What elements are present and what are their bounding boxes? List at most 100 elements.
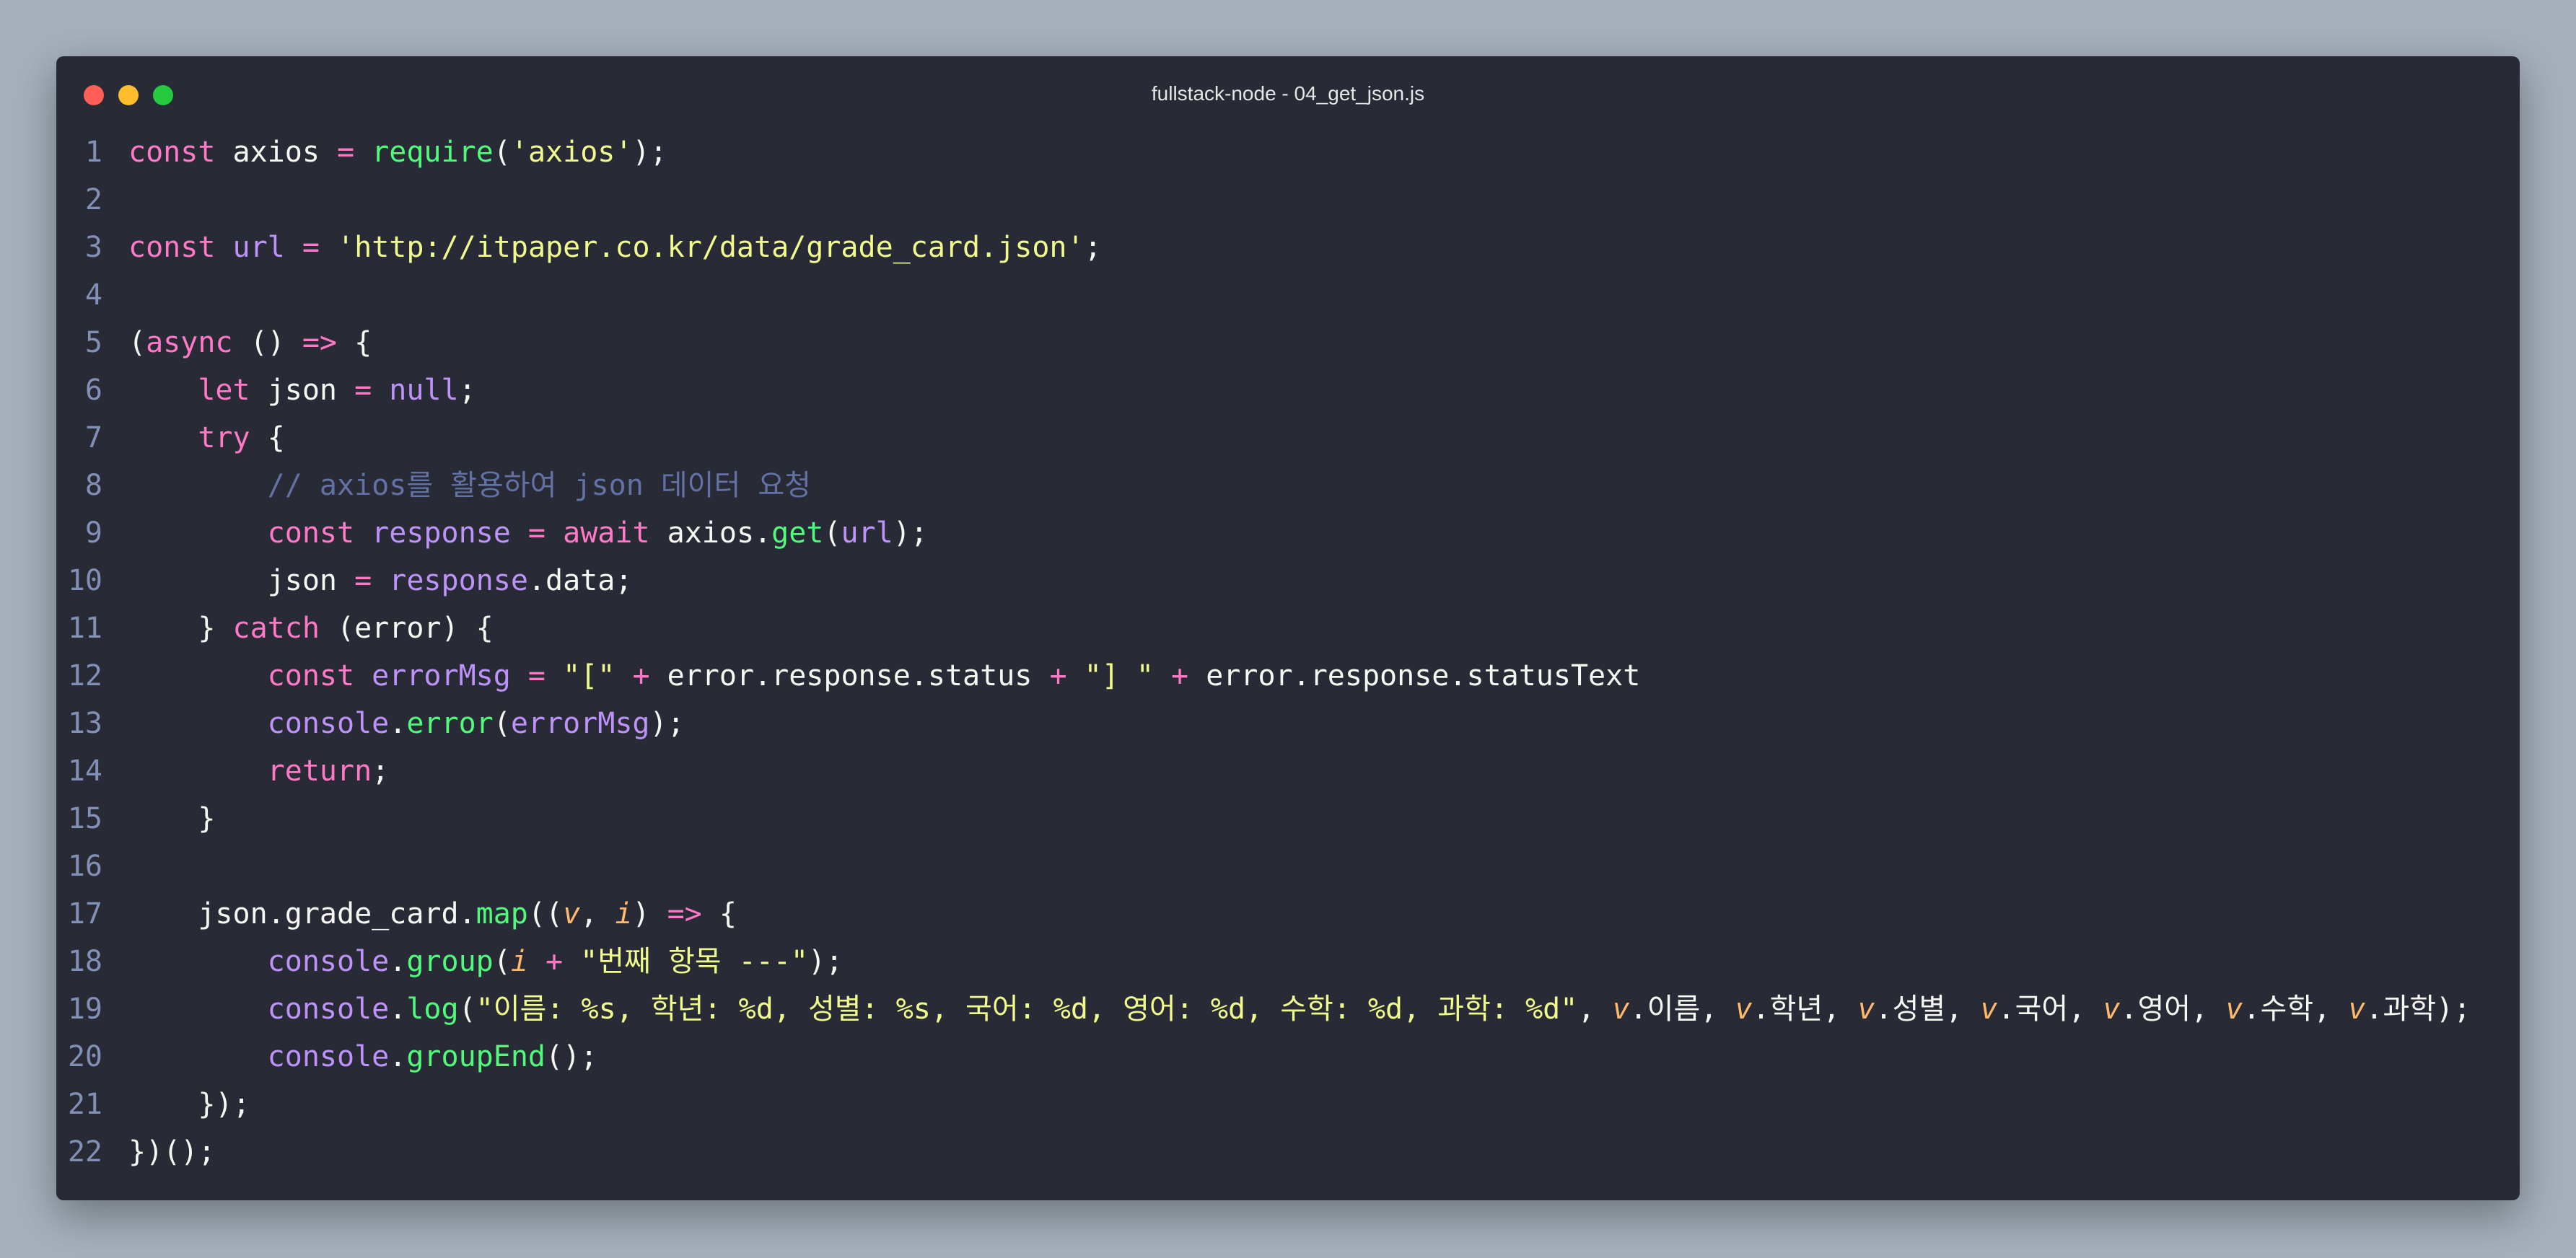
code-token: ( <box>128 326 146 359</box>
code-token: ; <box>458 374 476 407</box>
code-line: 2 <box>56 176 2520 224</box>
code-token: { <box>250 421 285 454</box>
code-token: = <box>527 516 546 550</box>
code-token: error <box>406 707 494 740</box>
code-token: ); <box>893 516 928 550</box>
line-number: 12 <box>67 659 102 692</box>
line-number: 1 <box>84 136 102 169</box>
code-token: { <box>701 897 737 931</box>
code-line: 10 json = response.data; <box>56 557 2520 604</box>
code-token: const <box>128 136 216 169</box>
code-token: get <box>771 516 824 550</box>
line-number: 21 <box>67 1088 102 1121</box>
code-token: ( <box>493 136 511 169</box>
code-line: 5 (async () => { <box>56 319 2520 366</box>
code-line: 12 const errorMsg = "[" + error.response… <box>56 652 2520 700</box>
code-token: console <box>267 707 390 740</box>
code-token: v <box>1980 993 1998 1026</box>
code-token: 'http://itpaper.co.kr/data/grade_card.js… <box>337 231 1085 264</box>
code-token: . <box>389 945 407 978</box>
code-token: + <box>1049 659 1067 692</box>
code-token: ( <box>493 707 511 740</box>
code-token: response <box>372 516 511 550</box>
line-number: 14 <box>67 755 102 788</box>
code-token: = <box>527 659 546 692</box>
code-token: error.response.status <box>649 659 1050 692</box>
code-token: // axios를 활용하여 json 데이터 요청 <box>267 469 811 502</box>
code-token: .수학, <box>2243 993 2349 1026</box>
code-token: ); <box>632 136 667 169</box>
code-token: ; <box>372 755 390 788</box>
line-number: 10 <box>67 564 102 597</box>
code-token: v <box>2225 993 2243 1026</box>
code-token: "[" <box>563 659 615 692</box>
code-token: .data; <box>527 564 633 597</box>
code-line: 9 const response = await axios.get(url); <box>56 509 2520 557</box>
code-token: 'axios' <box>510 136 633 169</box>
code-token: = <box>302 231 320 264</box>
code-line: 4 <box>56 271 2520 319</box>
code-line: 16 <box>56 843 2520 890</box>
code-line: 19 console.log("이름: %s, 학년: %d, 성별: %s, … <box>56 985 2520 1033</box>
code-token: groupEnd <box>406 1040 546 1073</box>
line-number: 20 <box>67 1040 102 1073</box>
line-number: 7 <box>84 421 102 454</box>
code-token: => <box>667 897 702 931</box>
code-token: i <box>510 945 528 978</box>
code-token: "번째 항목 ---" <box>580 945 808 978</box>
code-token: console <box>267 1040 390 1073</box>
code-token: + <box>1171 659 1189 692</box>
code-line: 17 json.grade_card.map((v, i) => { <box>56 890 2520 938</box>
line-number: 4 <box>84 278 102 312</box>
code-token: errorMsg <box>510 707 650 740</box>
code-token: v <box>1857 993 1875 1026</box>
code-token: return <box>267 755 372 788</box>
code-token: response <box>389 564 528 597</box>
code-token: console <box>267 945 390 978</box>
code-line: 3 const url = 'http://itpaper.co.kr/data/… <box>56 224 2520 271</box>
code-line: 7 try { <box>56 414 2520 462</box>
code-token: = <box>354 564 372 597</box>
code-token: ); <box>808 945 844 978</box>
code-token: v <box>563 897 581 931</box>
code-token: null <box>389 374 459 407</box>
code-token: group <box>406 945 494 978</box>
code-token: const <box>267 516 355 550</box>
code-token: } <box>128 612 233 645</box>
code-token: "이름: %s, 학년: %d, 성별: %s, 국어: %d, 영어: %d,… <box>476 993 1578 1026</box>
code-token: error.response.statusText <box>1188 659 1641 692</box>
code-editor[interactable]: 1 const axios = require('axios'); 2 3 const … <box>56 128 2520 1176</box>
line-number: 3 <box>84 231 102 264</box>
code-token: .국어, <box>1997 993 2103 1026</box>
code-token: v <box>1735 993 1753 1026</box>
line-number: 22 <box>67 1135 102 1169</box>
line-number: 17 <box>67 897 102 931</box>
code-token: .학년, <box>1752 993 1858 1026</box>
code-token: } <box>128 802 216 835</box>
code-line: 20 console.groupEnd(); <box>56 1033 2520 1081</box>
code-line: 15 } <box>56 795 2520 843</box>
code-token: json <box>128 564 355 597</box>
line-number: 5 <box>84 326 102 359</box>
window-title: fullstack-node - 04_get_json.js <box>1151 82 1425 105</box>
code-token: + <box>632 659 650 692</box>
code-token: url <box>232 231 285 264</box>
code-token: async <box>146 326 233 359</box>
line-number: 19 <box>67 993 102 1026</box>
code-window: fullstack-node - 04_get_json.js 1 const a… <box>56 56 2520 1200</box>
code-line: 22})(); <box>56 1128 2520 1176</box>
code-line: 13 console.error(errorMsg); <box>56 700 2520 747</box>
code-token: ) <box>632 897 667 931</box>
line-number: 18 <box>67 945 102 978</box>
code-token: json.grade_card. <box>128 897 476 931</box>
code-token: , <box>580 897 615 931</box>
